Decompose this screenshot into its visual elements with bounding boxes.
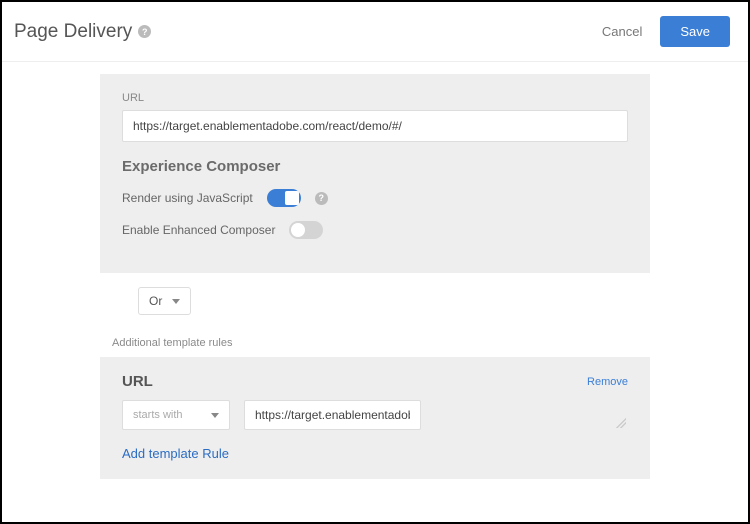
template-rule-head: URL Remove (122, 373, 628, 390)
rule-value-input[interactable] (244, 400, 421, 430)
content: URL Experience Composer Render using Jav… (2, 62, 748, 479)
chevron-down-icon (211, 413, 219, 418)
chevron-down-icon (172, 299, 180, 304)
rule-input-wrap (244, 400, 628, 430)
enhanced-composer-label: Enable Enhanced Composer (122, 223, 275, 237)
cancel-button[interactable]: Cancel (602, 24, 642, 39)
render-js-row: Render using JavaScript ? (122, 189, 628, 207)
template-url-heading: URL (122, 373, 153, 390)
operator-select[interactable]: starts with (122, 400, 230, 430)
page-title-text: Page Delivery (14, 21, 132, 43)
save-button[interactable]: Save (660, 16, 730, 47)
experience-composer-heading: Experience Composer (122, 158, 628, 175)
enhanced-composer-row: Enable Enhanced Composer (122, 221, 628, 239)
help-icon[interactable]: ? (315, 192, 328, 205)
add-template-rule-link[interactable]: Add template Rule (122, 446, 628, 461)
render-js-toggle[interactable] (267, 189, 301, 207)
page-title: Page Delivery ? (14, 21, 151, 43)
url-label: URL (122, 92, 628, 104)
rule-row: starts with (122, 400, 628, 430)
connector-value: Or (149, 294, 162, 308)
header: Page Delivery ? Cancel Save (2, 2, 748, 62)
operator-value: starts with (133, 409, 183, 421)
additional-rules-label: Additional template rules (112, 337, 736, 349)
remove-rule-link[interactable]: Remove (587, 376, 628, 388)
header-actions: Cancel Save (602, 16, 730, 47)
url-input[interactable] (122, 110, 628, 142)
template-rule-card: URL Remove starts with Add template Rule (100, 357, 650, 479)
url-composer-card: URL Experience Composer Render using Jav… (100, 74, 650, 273)
connector-select[interactable]: Or (138, 287, 191, 315)
resize-handle-icon[interactable] (616, 418, 626, 428)
render-js-label: Render using JavaScript (122, 191, 253, 205)
help-icon[interactable]: ? (138, 25, 151, 38)
enhanced-composer-toggle[interactable] (289, 221, 323, 239)
